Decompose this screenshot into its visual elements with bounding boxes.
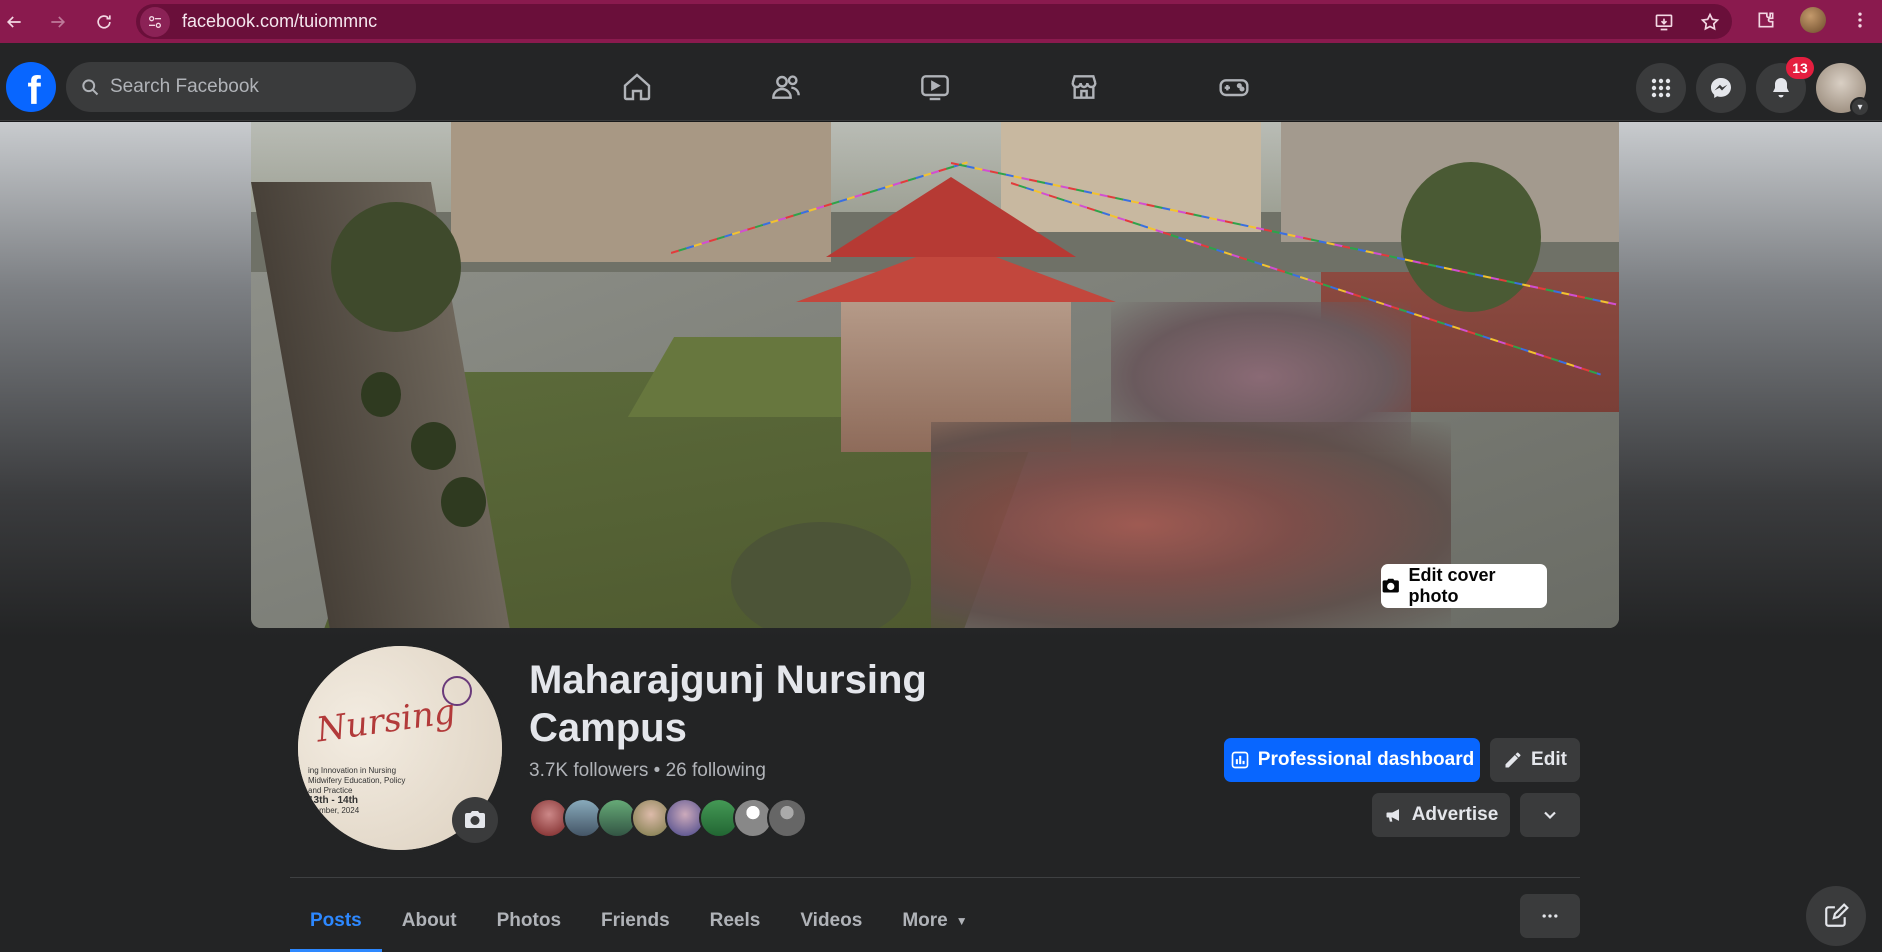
facebook-header: f 13 ▾ bbox=[0, 43, 1882, 121]
megaphone-icon bbox=[1386, 809, 1402, 822]
followers-link[interactable]: 3.7K followers bbox=[529, 760, 648, 781]
browser-profile-avatar[interactable] bbox=[1800, 7, 1826, 33]
gaming-icon[interactable] bbox=[1209, 65, 1259, 109]
site-info-icon[interactable] bbox=[140, 6, 170, 37]
tab-options-button[interactable] bbox=[1520, 894, 1580, 938]
section-divider bbox=[290, 877, 1580, 878]
edit-cover-label: Edit cover photo bbox=[1408, 565, 1496, 606]
marketplace-icon[interactable] bbox=[1059, 65, 1109, 109]
tab-videos[interactable]: Videos bbox=[780, 890, 882, 952]
facebook-logo-icon[interactable]: f bbox=[6, 62, 56, 113]
advertise-button[interactable]: Advertise bbox=[1372, 793, 1510, 837]
search-icon bbox=[82, 79, 99, 96]
edit-cover-photo-button[interactable]: Edit cover photo bbox=[1381, 564, 1547, 608]
back-icon[interactable] bbox=[0, 8, 28, 36]
tab-photos[interactable]: Photos bbox=[477, 890, 581, 952]
profile-picture-subtitle: ing Innovation in Nursing Midwifery Educ… bbox=[308, 766, 406, 815]
video-icon[interactable] bbox=[910, 65, 960, 109]
follower-avatars bbox=[529, 798, 807, 838]
follower-avatar[interactable] bbox=[767, 798, 807, 838]
install-app-icon[interactable] bbox=[1650, 8, 1678, 36]
update-profile-picture-button[interactable] bbox=[452, 797, 498, 843]
notification-badge: 13 bbox=[1786, 57, 1814, 79]
following-link[interactable]: 26 following bbox=[666, 760, 766, 781]
cover-photo[interactable] bbox=[251, 122, 1619, 628]
url-text: facebook.com/tuiommnc bbox=[182, 11, 378, 31]
messenger-icon bbox=[1711, 78, 1731, 98]
professional-dashboard-label: Professional dashboard bbox=[1257, 749, 1475, 770]
tab-more-label: More bbox=[902, 910, 948, 931]
edit-label: Edit bbox=[1531, 749, 1567, 770]
chevron-down-icon bbox=[1544, 811, 1556, 820]
grid-menu-icon bbox=[1651, 78, 1671, 98]
more-actions-button[interactable] bbox=[1520, 793, 1580, 837]
caret-down-icon: ▼ bbox=[955, 914, 968, 928]
search-input[interactable] bbox=[110, 76, 370, 98]
camera-icon bbox=[1382, 578, 1399, 593]
friends-icon[interactable] bbox=[761, 65, 811, 109]
chart-icon bbox=[1231, 751, 1249, 769]
profile-tabs: Posts About Photos Friends Reels Videos … bbox=[290, 890, 988, 952]
browser-menu-icon[interactable] bbox=[1846, 6, 1874, 34]
page-title: Maharajgunj Nursing Campus bbox=[529, 658, 927, 750]
browser-toolbar: facebook.com/tuiommnc bbox=[0, 0, 1882, 43]
tab-reels[interactable]: Reels bbox=[690, 890, 781, 952]
tab-friends[interactable]: Friends bbox=[581, 890, 690, 952]
chevron-down-icon: ▾ bbox=[1850, 97, 1870, 117]
notifications-button[interactable]: 13 bbox=[1756, 57, 1814, 113]
camera-icon bbox=[465, 811, 485, 828]
search-box[interactable] bbox=[66, 62, 416, 112]
extensions-icon[interactable] bbox=[1752, 6, 1780, 34]
messenger-button[interactable] bbox=[1696, 63, 1746, 113]
bell-icon bbox=[1773, 78, 1789, 98]
bookmark-star-icon[interactable] bbox=[1696, 8, 1724, 36]
edit-button[interactable]: Edit bbox=[1490, 738, 1580, 782]
pencil-icon bbox=[1505, 752, 1521, 768]
forward-icon[interactable] bbox=[44, 8, 72, 36]
reload-icon[interactable] bbox=[90, 8, 118, 36]
advertise-label: Advertise bbox=[1411, 804, 1499, 825]
follow-stats: 3.7K followers • 26 following bbox=[529, 760, 766, 782]
compose-icon bbox=[1825, 903, 1849, 927]
professional-dashboard-button[interactable]: Professional dashboard bbox=[1224, 738, 1480, 782]
tab-more[interactable]: More ▼ bbox=[882, 890, 987, 952]
address-bar[interactable]: facebook.com/tuiommnc bbox=[136, 4, 1732, 39]
account-avatar[interactable]: ▾ bbox=[1816, 63, 1870, 117]
tab-posts[interactable]: Posts bbox=[290, 890, 382, 952]
more-dots-icon bbox=[1542, 914, 1558, 918]
new-message-button[interactable] bbox=[1806, 886, 1866, 946]
home-icon[interactable] bbox=[612, 65, 662, 109]
menu-grid-button[interactable] bbox=[1636, 63, 1686, 113]
tab-about[interactable]: About bbox=[382, 890, 477, 952]
stats-separator: • bbox=[653, 760, 661, 781]
